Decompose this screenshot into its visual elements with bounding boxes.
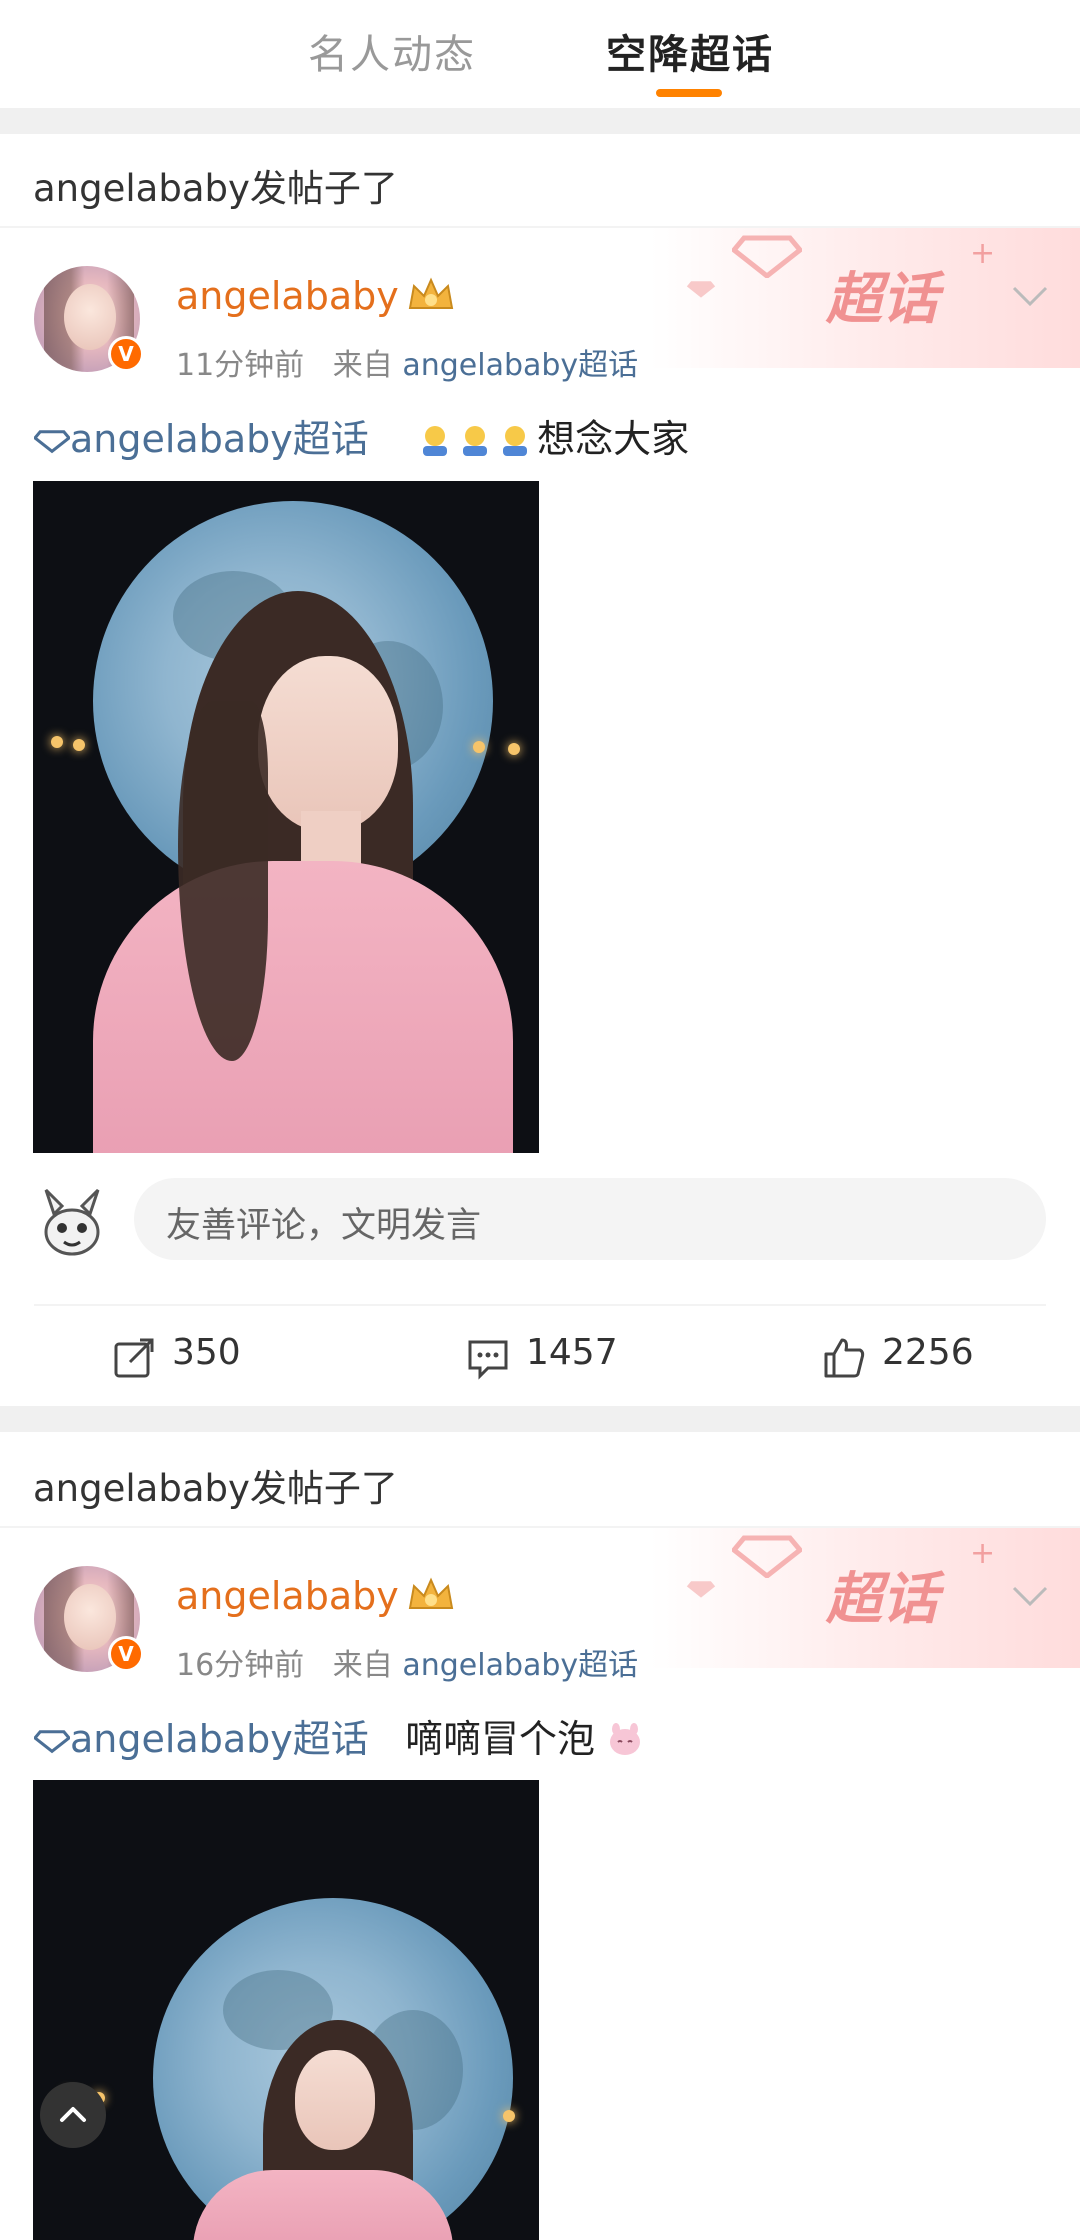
chevron-down-icon[interactable] [1010,284,1050,308]
emoji-icon [463,426,488,456]
post-text: 嘀嘀冒个泡 [404,1717,595,1761]
post-meta: 16分钟前 来自 angelababy超话 [176,1640,638,1684]
post-content: angelababy超话 嘀嘀冒个泡 [32,1708,647,1763]
post-actions: 350 1457 2256 [0,1332,1080,1392]
section-gap [0,1406,1080,1432]
emoji-icon [423,426,448,456]
crown-icon [408,277,454,309]
tab-super-topic[interactable]: 空降超话 [606,22,774,80]
chevron-down-icon[interactable] [1010,1584,1050,1608]
comment-count: 1457 [526,1332,618,1373]
sparkle-icon: + [970,236,996,271]
comment-placeholder: 友善评论，文明发言 [166,1206,482,1246]
post-header: angelababy发帖子了 [33,167,398,210]
post-card: angelababy发帖子了 超话 + V angelababy 11分钟前 来… [0,134,1080,1406]
super-topic-label: 超话 [826,267,938,332]
topic-link[interactable]: angelababy超话 [70,417,369,461]
section-gap [0,108,1080,134]
divider [34,1304,1046,1306]
from-label: 来自 [332,348,393,383]
like-icon [824,1338,865,1378]
scroll-top-button[interactable] [40,2082,106,2148]
diamond-icon [686,281,716,298]
post-time: 11分钟前 [176,348,305,383]
repost-count: 350 [172,1332,241,1373]
super-topic-banner: 超话 + [650,228,1080,368]
diamond-icon [732,1535,802,1578]
mascot-icon [44,1188,100,1256]
post-source[interactable]: angelababy超话 [402,1648,638,1683]
post-meta: 11分钟前 来自 angelababy超话 [176,340,638,384]
comment-row: 友善评论，文明发言 [0,1178,1080,1268]
top-tab-bar: 名人动态 空降超话 [0,0,1080,108]
comment-icon [468,1340,508,1380]
comment-input[interactable]: 友善评论，文明发言 [134,1178,1046,1260]
like-count: 2256 [882,1332,974,1373]
super-topic-banner: 超话 + [650,1528,1080,1668]
active-tab-indicator [656,89,722,97]
super-topic-label: 超话 [826,1567,938,1632]
crown-icon [408,1577,454,1609]
emoji-icon [610,1723,641,1755]
diamond-icon [732,235,802,278]
repost-icon [114,1338,154,1378]
username[interactable]: angelababy [176,274,399,318]
verified-icon: V [108,1636,144,1672]
post-text: 想念大家 [537,417,690,461]
diamond-icon [32,1730,72,1754]
post-header: angelababy发帖子了 [33,1467,398,1510]
post-content: angelababy超话 想念大家 [32,408,690,463]
post-image[interactable] [33,481,539,1153]
post-card: angelababy发帖子了 超话 + V angelababy 16分钟前 来… [0,1432,1080,2240]
verified-icon: V [108,336,144,372]
scroll-top-icon [60,2107,86,2122]
tab-celebrity-news[interactable]: 名人动态 [308,22,476,80]
from-label: 来自 [332,1648,393,1683]
sparkle-icon: + [970,1536,996,1571]
topic-link[interactable]: angelababy超话 [70,1717,369,1761]
post-source[interactable]: angelababy超话 [402,348,638,383]
emoji-icon [503,426,528,456]
diamond-icon [686,1581,716,1598]
diamond-icon [32,430,72,454]
post-image[interactable] [33,1780,539,2240]
username[interactable]: angelababy [176,1574,399,1618]
post-time: 16分钟前 [176,1648,305,1683]
